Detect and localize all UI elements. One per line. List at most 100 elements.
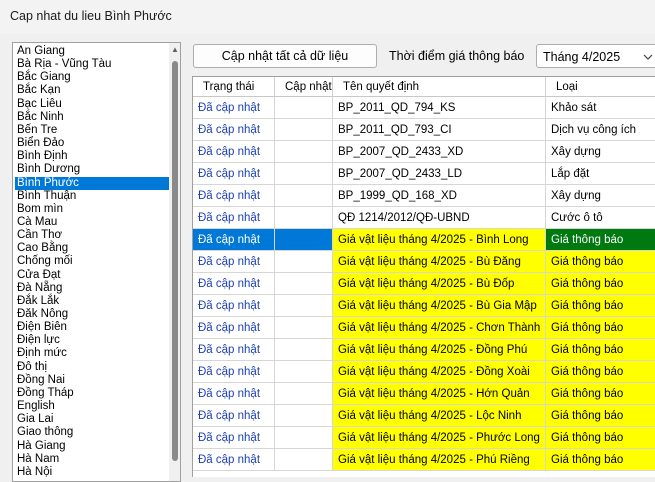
table-row[interactable]: Đã cập nhật Giá vật liệu tháng 4/2025 - P…: [193, 449, 655, 471]
status-cell[interactable]: Đã cập nhật: [193, 317, 275, 339]
update-cell[interactable]: [275, 317, 333, 339]
name-cell[interactable]: Giá vật liệu tháng 4/2025 - Đồng Xoài: [333, 361, 546, 383]
column-header-name[interactable]: Tên quyết định: [333, 77, 546, 97]
name-cell[interactable]: QĐ 1214/2012/QĐ-UBND: [333, 207, 546, 229]
update-cell[interactable]: [275, 229, 333, 251]
update-cell[interactable]: [275, 141, 333, 163]
province-item[interactable]: Hà Nội: [15, 466, 169, 479]
status-cell[interactable]: Đã cập nhật: [193, 251, 275, 273]
name-cell[interactable]: Giá vật liệu tháng 4/2025 - Đồng Phú: [333, 339, 546, 361]
province-item[interactable]: An Giang: [15, 45, 169, 58]
update-cell[interactable]: [275, 163, 333, 185]
update-cell[interactable]: [275, 97, 333, 119]
column-header-update[interactable]: Cập nhật: [275, 77, 333, 97]
column-header-status[interactable]: Trạng thái: [193, 77, 275, 97]
table-row[interactable]: Đã cập nhật BP_2011_QD_793_CI Dịch vụ công…: [193, 119, 655, 141]
type-cell[interactable]: Giá thông báo: [546, 295, 655, 317]
name-cell[interactable]: BP_2011_QD_793_CI: [333, 119, 546, 141]
type-cell[interactable]: Giá thông báo: [546, 405, 655, 427]
type-cell[interactable]: Giá thông báo: [546, 427, 655, 449]
name-cell[interactable]: Giá vật liệu tháng 4/2025 - Bù Đăng: [333, 251, 546, 273]
province-item[interactable]: Đà Nẵng: [15, 282, 169, 295]
update-cell[interactable]: [275, 339, 333, 361]
province-item[interactable]: Giao thông: [15, 426, 169, 439]
update-cell[interactable]: [275, 119, 333, 141]
table-row[interactable]: Đã cập nhật BP_2007_QD_2433_LD Lắp đặt: [193, 163, 655, 185]
update-cell[interactable]: [275, 361, 333, 383]
province-item[interactable]: Bến Tre: [15, 124, 169, 137]
status-cell[interactable]: Đã cập nhật: [193, 383, 275, 405]
province-item[interactable]: Cao Bằng: [15, 242, 169, 255]
type-cell[interactable]: Giá thông báo: [546, 361, 655, 383]
status-cell[interactable]: Đã cập nhật: [193, 273, 275, 295]
status-cell[interactable]: Đã cập nhật: [193, 119, 275, 141]
province-item[interactable]: Điện lực: [15, 334, 169, 347]
province-item[interactable]: Cửa Đạt: [15, 269, 169, 282]
province-item[interactable]: Cà Mau: [15, 216, 169, 229]
province-item[interactable]: Bình Dương: [15, 163, 169, 176]
status-cell[interactable]: Đã cập nhật: [193, 405, 275, 427]
status-cell[interactable]: Đã cập nhật: [193, 361, 275, 383]
province-item[interactable]: Điện Biên: [15, 321, 169, 334]
type-cell[interactable]: Giá thông báo: [546, 273, 655, 295]
name-cell[interactable]: Giá vật liệu tháng 4/2025 - Bù Gia Mập: [333, 295, 546, 317]
type-cell[interactable]: Giá thông báo: [546, 383, 655, 405]
province-item[interactable]: Bắc Ninh: [15, 111, 169, 124]
province-item[interactable]: Đăk Nông: [15, 308, 169, 321]
update-cell[interactable]: [275, 207, 333, 229]
type-cell[interactable]: Giá thông báo: [546, 229, 655, 251]
table-row[interactable]: Đã cập nhật Giá vật liệu tháng 4/2025 - B…: [193, 251, 655, 273]
province-item[interactable]: Định mức: [15, 347, 169, 360]
status-cell[interactable]: Đã cập nhật: [193, 207, 275, 229]
name-cell[interactable]: BP_2011_QD_794_KS: [333, 97, 546, 119]
province-item[interactable]: English: [15, 400, 169, 413]
status-cell[interactable]: Đã cập nhật: [193, 449, 275, 471]
province-item[interactable]: Đô thị: [15, 361, 169, 374]
table-row[interactable]: Đã cập nhật QĐ 1214/2012/QĐ-UBND Cước ô tô: [193, 207, 655, 229]
scroll-up-icon[interactable]: ▲: [171, 46, 179, 54]
type-cell[interactable]: Giá thông báo: [546, 317, 655, 339]
update-cell[interactable]: [275, 427, 333, 449]
status-cell[interactable]: Đã cập nhật: [193, 185, 275, 207]
table-row[interactable]: Đã cập nhật Giá vật liệu tháng 4/2025 - P…: [193, 427, 655, 449]
status-cell[interactable]: Đã cập nhật: [193, 295, 275, 317]
update-cell[interactable]: [275, 449, 333, 471]
type-cell[interactable]: Khảo sát: [546, 97, 655, 119]
name-cell[interactable]: BP_2007_QD_2433_XD: [333, 141, 546, 163]
province-item[interactable]: Hà Giang: [15, 440, 169, 453]
update-cell[interactable]: [275, 405, 333, 427]
province-item[interactable]: Bình Thuận: [15, 190, 169, 203]
table-row[interactable]: Đã cập nhật Giá vật liệu tháng 4/2025 - B…: [193, 229, 655, 251]
table-row[interactable]: Đã cập nhật Giá vật liệu tháng 4/2025 - L…: [193, 405, 655, 427]
province-item[interactable]: Bom mìn: [15, 203, 169, 216]
province-item[interactable]: Chống mối: [15, 255, 169, 268]
period-select[interactable]: Tháng 4/2025: [536, 44, 655, 68]
column-header-type[interactable]: Loại: [546, 77, 655, 97]
name-cell[interactable]: Giá vật liệu tháng 4/2025 - Chơn Thành: [333, 317, 546, 339]
province-item[interactable]: Đồng Nai: [15, 374, 169, 387]
name-cell[interactable]: Giá vật liệu tháng 4/2025 - Phước Long: [333, 427, 546, 449]
table-row[interactable]: Đã cập nhật BP_2007_QD_2433_XD Xây dựng: [193, 141, 655, 163]
table-row[interactable]: Đã cập nhật Giá vật liệu tháng 4/2025 - B…: [193, 295, 655, 317]
province-item[interactable]: Bà Rịa - Vũng Tàu: [15, 58, 169, 71]
name-cell[interactable]: Giá vật liệu tháng 4/2025 - Bù Đốp: [333, 273, 546, 295]
province-item[interactable]: Bắc Giang: [15, 71, 169, 84]
table-row[interactable]: Đã cập nhật Giá vật liệu tháng 4/2025 - H…: [193, 383, 655, 405]
type-cell[interactable]: Xây dựng: [546, 185, 655, 207]
status-cell[interactable]: Đã cập nhật: [193, 141, 275, 163]
name-cell[interactable]: Giá vật liệu tháng 4/2025 - Lộc Ninh: [333, 405, 546, 427]
status-cell[interactable]: Đã cập nhật: [193, 97, 275, 119]
province-item[interactable]: Hà Nam: [15, 453, 169, 466]
type-cell[interactable]: Giá thông báo: [546, 251, 655, 273]
name-cell[interactable]: Giá vật liệu tháng 4/2025 - Hớn Quản: [333, 383, 546, 405]
type-cell[interactable]: Cước ô tô: [546, 207, 655, 229]
name-cell[interactable]: Giá vật liệu tháng 4/2025 - Phú Riềng: [333, 449, 546, 471]
status-cell[interactable]: Đã cập nhật: [193, 339, 275, 361]
scroll-thumb[interactable]: [172, 61, 178, 461]
type-cell[interactable]: Dịch vụ công ích: [546, 119, 655, 141]
update-cell[interactable]: [275, 273, 333, 295]
table-row[interactable]: Đã cập nhật BP_2011_QD_794_KS Khảo sát: [193, 97, 655, 119]
name-cell[interactable]: Giá vật liệu tháng 4/2025 - Bình Long: [333, 229, 546, 251]
province-item[interactable]: Bình Định: [15, 150, 169, 163]
update-cell[interactable]: [275, 185, 333, 207]
